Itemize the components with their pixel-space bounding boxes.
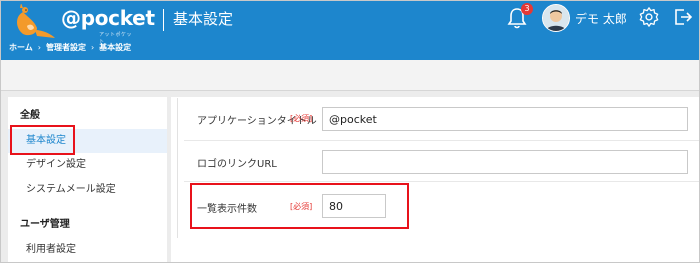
notification-badge: 3 — [521, 3, 533, 15]
row-divider — [184, 181, 699, 182]
field-label-logo-link-url: ロゴのリンクURL — [197, 159, 277, 170]
sidebar-item-design-settings[interactable]: デザイン設定 — [8, 153, 167, 177]
sidebar-heading-user-management: ユーザ管理 — [20, 219, 70, 230]
breadcrumb: ホーム › 管理者設定 › 基本設定 — [9, 42, 131, 53]
page-title: 基本設定 — [173, 10, 234, 28]
settings-sidebar: 全般 基本設定 デザイン設定 システムメール設定 ユーザ管理 利用者設定 — [8, 97, 167, 262]
sidebar-item-system-mail-settings[interactable]: システムメール設定 — [8, 178, 167, 202]
logo-link-url-input[interactable] — [322, 150, 688, 174]
window: @pocket アットポケット 基本設定 3 デモ 太郎 ホーム › 管理者設定… — [0, 0, 700, 263]
avatar[interactable] — [542, 4, 570, 32]
breadcrumb-separator: › — [90, 43, 95, 52]
logo-text: @pocket — [61, 6, 155, 30]
header-divider — [163, 9, 164, 31]
avatar-image — [543, 5, 569, 31]
sidebar-item-user-settings[interactable]: 利用者設定 — [8, 238, 167, 262]
breadcrumb-home[interactable]: ホーム — [9, 42, 33, 53]
row-divider — [184, 140, 699, 141]
user-name[interactable]: デモ 太郎 — [575, 10, 627, 27]
app-logo[interactable]: @pocket アットポケット — [7, 4, 155, 45]
panel-divider — [177, 98, 178, 238]
sidebar-heading-general: 全般 — [20, 110, 40, 121]
required-tag: [必須] — [290, 114, 313, 123]
logout-icon[interactable] — [673, 7, 693, 27]
breadcrumb-admin-settings[interactable]: 管理者設定 — [46, 42, 86, 53]
highlight-box-sidebar — [10, 125, 75, 155]
toolbar-area — [1, 60, 699, 90]
top-header: @pocket アットポケット 基本設定 3 デモ 太郎 ホーム › 管理者設定… — [1, 1, 699, 60]
breadcrumb-current: 基本設定 — [99, 43, 132, 52]
gear-icon[interactable] — [638, 6, 660, 28]
breadcrumb-separator: › — [37, 43, 41, 52]
kangaroo-logo-icon — [17, 4, 55, 38]
app-title-input[interactable] — [322, 107, 688, 131]
highlight-box-list-count — [190, 183, 409, 229]
